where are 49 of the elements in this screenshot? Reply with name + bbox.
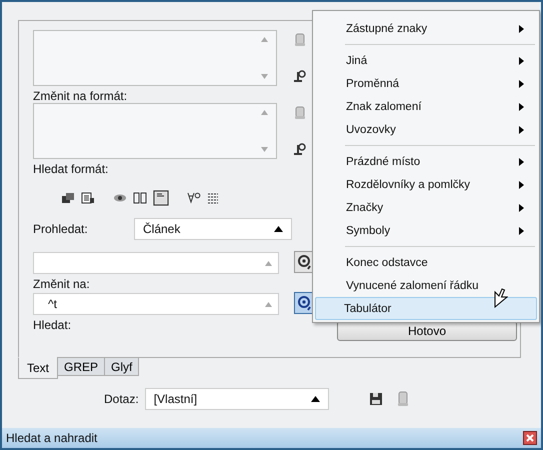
find-format-label: Hledat formát: [33, 162, 110, 176]
scroll-arrow-icon [265, 302, 272, 306]
menu-item[interactable]: Konec odstavce [315, 251, 537, 274]
mouse-pointer-icon [494, 288, 508, 308]
scroll-arrow-icon [261, 37, 268, 42]
special-characters-icon[interactable] [294, 292, 314, 314]
close-icon [525, 433, 535, 443]
eye-icon[interactable] [113, 192, 127, 204]
scroll-arrow-icon [261, 74, 268, 79]
case-sensitive-icon[interactable] [187, 192, 201, 204]
special-characters-icon[interactable] [294, 251, 314, 273]
query-label: Dotaz: [104, 392, 139, 406]
dropdown-arrow-icon [310, 396, 320, 402]
close-button[interactable] [523, 431, 537, 445]
find-label: Hledat: [33, 318, 72, 332]
scroll-arrow-icon [261, 147, 268, 152]
menu-item[interactable]: Vynucené zalomení řádku [315, 274, 537, 297]
menu-item[interactable]: Rozdělovníky a pomlčky [315, 173, 537, 196]
menu-item[interactable]: Uvozovky [315, 118, 537, 141]
query-dropdown[interactable]: [Vlastní] [144, 388, 329, 410]
window-title: Hledat a nahradit [6, 431, 98, 445]
scroll-arrow-icon [261, 110, 268, 115]
save-icon[interactable] [368, 392, 383, 406]
book-icon[interactable] [133, 192, 147, 204]
tab[interactable]: GREP [57, 357, 106, 376]
scroll-arrow-icon [265, 260, 272, 266]
menu-item[interactable]: Symboly [315, 219, 537, 242]
format-magnifier-icon[interactable] [292, 142, 308, 156]
menu-item[interactable]: Znak zalomení [315, 95, 537, 118]
whole-word-icon[interactable] [207, 192, 219, 204]
search-in-label: Prohledat: [33, 222, 89, 236]
menu-item[interactable]: Značky [315, 196, 537, 219]
search-in-dropdown[interactable]: Článek [134, 218, 292, 240]
menu-item[interactable]: Jiná [315, 49, 537, 72]
document-icon[interactable] [81, 192, 95, 204]
menu-item[interactable]: Proměnná [315, 72, 537, 95]
find-field[interactable]: ^t [33, 293, 279, 315]
change-to-label: Změnit na: [33, 277, 91, 291]
menu-item[interactable]: Zástupné znaky [315, 17, 537, 40]
dropdown-arrow-icon [274, 226, 283, 232]
change-format-label: Změnit na formát: [33, 89, 128, 103]
layers-icon[interactable] [61, 192, 75, 204]
change-to-field[interactable] [33, 252, 279, 274]
tab[interactable]: Text [18, 357, 58, 379]
tab[interactable]: Glyf [104, 357, 140, 376]
footnote-icon[interactable] [153, 190, 169, 206]
format-magnifier-icon[interactable] [292, 69, 308, 83]
menu-item[interactable]: Prázdné místo [315, 150, 537, 173]
done-button[interactable]: Hotovo [337, 321, 517, 341]
